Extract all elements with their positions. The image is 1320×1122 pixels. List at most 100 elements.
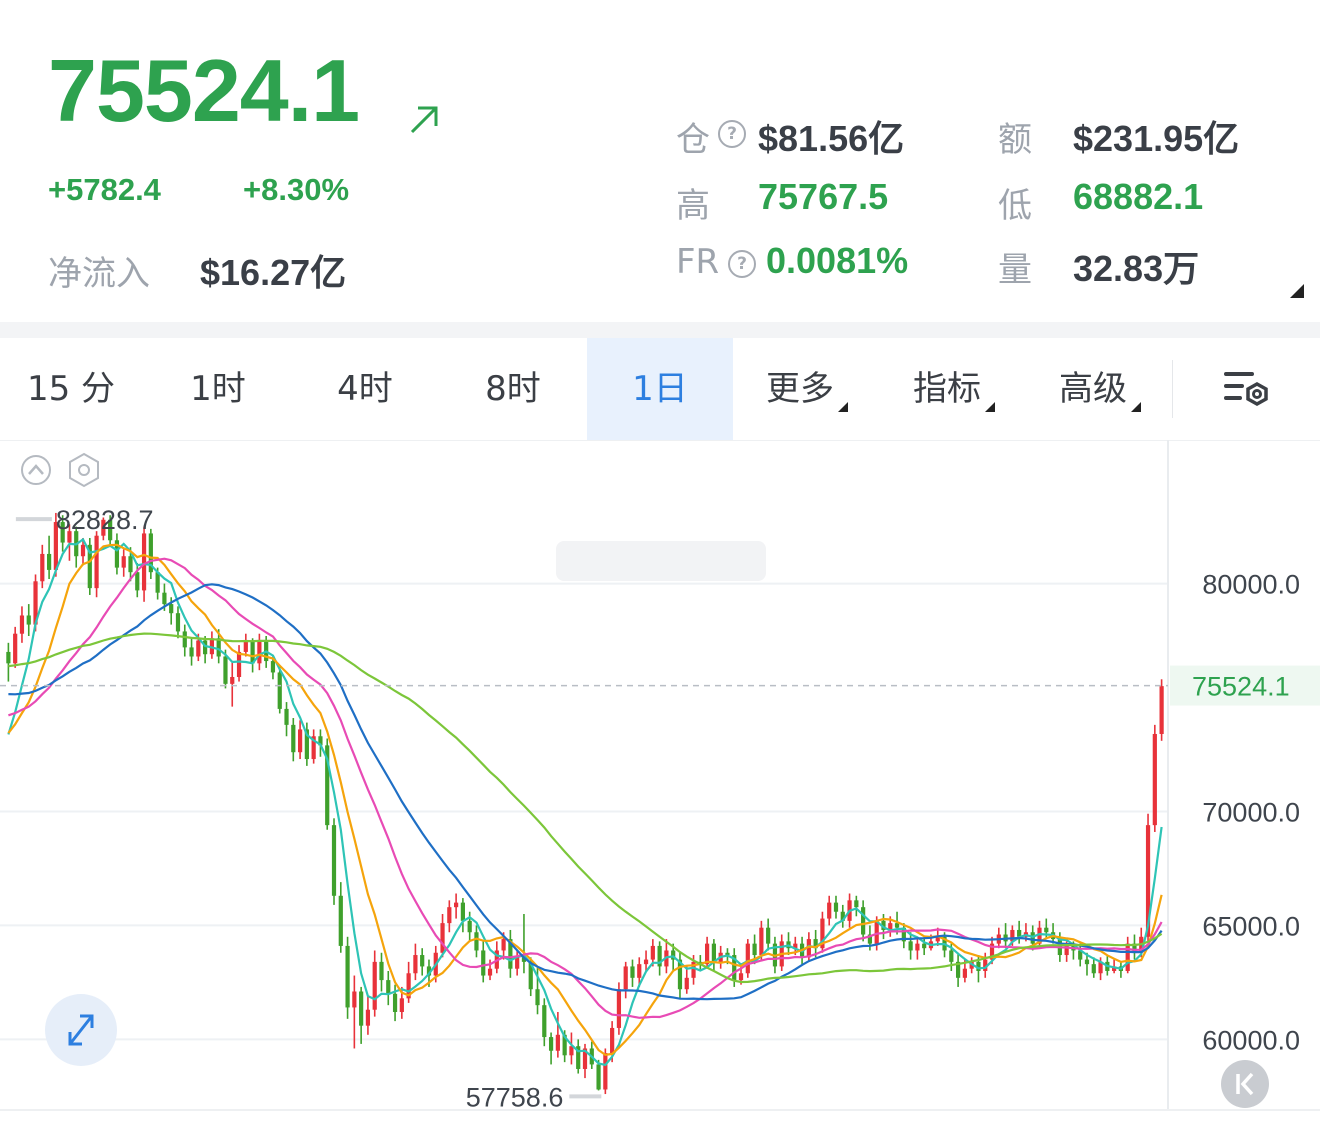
dropdown-caret-icon xyxy=(838,402,848,412)
candle-body xyxy=(291,724,296,753)
help-icon[interactable]: ? xyxy=(718,120,746,148)
last-price-tag: 75524.1 xyxy=(1192,672,1290,702)
candle-body xyxy=(555,1034,560,1051)
volume-label: 量 xyxy=(998,250,1032,290)
jump-to-latest-icon[interactable] xyxy=(1221,1060,1269,1108)
candle-body xyxy=(637,964,642,978)
candle-body xyxy=(196,640,201,657)
candle-body xyxy=(216,638,221,657)
expand-icon[interactable] xyxy=(45,994,117,1066)
candle-body xyxy=(915,943,920,951)
candle-body xyxy=(270,661,276,673)
tab-8h[interactable]: 8时 xyxy=(439,338,587,440)
tab-15m[interactable]: 15 分 xyxy=(0,338,142,440)
candle-body xyxy=(596,1064,601,1090)
tab-1h[interactable]: 1时 xyxy=(145,338,291,440)
open-interest-value: $81.56亿 xyxy=(758,118,905,159)
netflow-label: 净流入 xyxy=(48,254,150,294)
dropdown-caret-icon xyxy=(985,402,995,412)
ma5-line xyxy=(7,537,1163,1067)
candle-body xyxy=(392,993,398,1013)
collapse-up-icon[interactable] xyxy=(21,455,51,485)
candle-body xyxy=(752,943,757,956)
help-icon[interactable]: ? xyxy=(728,250,756,278)
y-tick-label: 70000.0 xyxy=(1202,797,1300,827)
tab-label: 1时 xyxy=(190,369,246,409)
candle-body xyxy=(386,980,391,994)
price-change-percent: +8.30% xyxy=(243,172,350,207)
candle-body xyxy=(372,961,377,1010)
tab-advanced[interactable]: 高级 xyxy=(1027,338,1173,440)
candle-body xyxy=(454,902,459,908)
high-label: 高 xyxy=(676,186,710,226)
ma20-line xyxy=(8,557,1163,1019)
ticker-header: 75524.1 +5782.4 +8.30% 净流入 $16.27亿 仓 ? $… xyxy=(0,0,1320,322)
funding-rate-value: 0.0081% xyxy=(766,240,909,281)
candle-body xyxy=(474,932,479,951)
candle-body xyxy=(135,572,140,591)
candle-body xyxy=(420,955,425,967)
ma30-line xyxy=(8,583,1163,1001)
candle-body xyxy=(738,973,744,981)
candle-body xyxy=(169,604,174,614)
tab-label: 15 分 xyxy=(26,369,116,409)
candle-body xyxy=(175,613,181,632)
price-change: +5782.4 xyxy=(48,172,161,207)
candle-body xyxy=(1152,733,1157,826)
expand-corner-icon[interactable] xyxy=(1290,284,1304,298)
tab-1d[interactable]: 1日 xyxy=(587,338,733,440)
ma10-line xyxy=(7,543,1163,1057)
last-price: 75524.1 xyxy=(48,41,360,140)
candle-body xyxy=(1044,927,1049,933)
high-value: 75767.5 xyxy=(758,176,889,217)
moving-average-layer xyxy=(7,537,1163,1067)
candle-body xyxy=(230,677,235,684)
low-label: 低 xyxy=(998,186,1032,226)
tab-label: 指标 xyxy=(913,369,981,409)
candle-body xyxy=(949,950,954,962)
candle-body xyxy=(345,945,350,1008)
candle-body xyxy=(352,991,357,1008)
candle-body xyxy=(399,998,404,1013)
candle-body xyxy=(922,943,927,949)
candle-body xyxy=(413,955,418,974)
hexagon-settings-icon[interactable] xyxy=(69,452,99,488)
y-tick-label: 80000.0 xyxy=(1202,570,1300,600)
candle-body xyxy=(711,943,716,962)
candle-body xyxy=(365,1009,371,1026)
tab-4h[interactable]: 4时 xyxy=(291,338,439,440)
candle-body xyxy=(460,902,465,921)
candle-body xyxy=(155,572,160,593)
y-axis: 80000.0 70000.0 65000.0 60000.0 xyxy=(1202,570,1300,1056)
tab-indicators[interactable]: 指标 xyxy=(881,338,1027,440)
chart-settings-icon[interactable] xyxy=(1222,368,1270,412)
candle-body xyxy=(141,533,147,591)
candle-body xyxy=(535,989,540,1006)
candle-body xyxy=(297,729,303,753)
candle-body xyxy=(379,961,384,981)
tab-label: 更多 xyxy=(766,369,834,409)
candles-layer xyxy=(6,512,1164,1095)
candle-body xyxy=(610,1027,615,1054)
candle-body xyxy=(182,631,187,648)
candle-body xyxy=(854,900,859,908)
candle-body xyxy=(833,902,839,912)
volume-value: 32.83万 xyxy=(1073,248,1200,289)
candle-body xyxy=(542,1005,547,1038)
tab-separator xyxy=(1172,360,1173,418)
candle-body xyxy=(481,950,486,976)
candle-body xyxy=(603,1053,608,1090)
tab-label: 8时 xyxy=(485,369,541,409)
candle-body xyxy=(338,895,343,946)
candle-body xyxy=(359,991,364,1026)
candle-body xyxy=(331,825,337,896)
candlestick-chart[interactable]: 80000.0 70000.0 65000.0 60000.0 75524.1 8282… xyxy=(0,440,1320,1122)
candle-body xyxy=(6,651,11,664)
interval-tabbar: 15 分 1时 4时 8时 1日 更多 指标 高级 xyxy=(0,338,1320,441)
candle-body xyxy=(515,957,520,969)
candle-body xyxy=(487,968,493,976)
max-price-label: 82828.7 xyxy=(56,505,154,535)
candle-body xyxy=(284,708,289,725)
candle-body xyxy=(643,959,649,965)
tab-more[interactable]: 更多 xyxy=(733,338,881,440)
